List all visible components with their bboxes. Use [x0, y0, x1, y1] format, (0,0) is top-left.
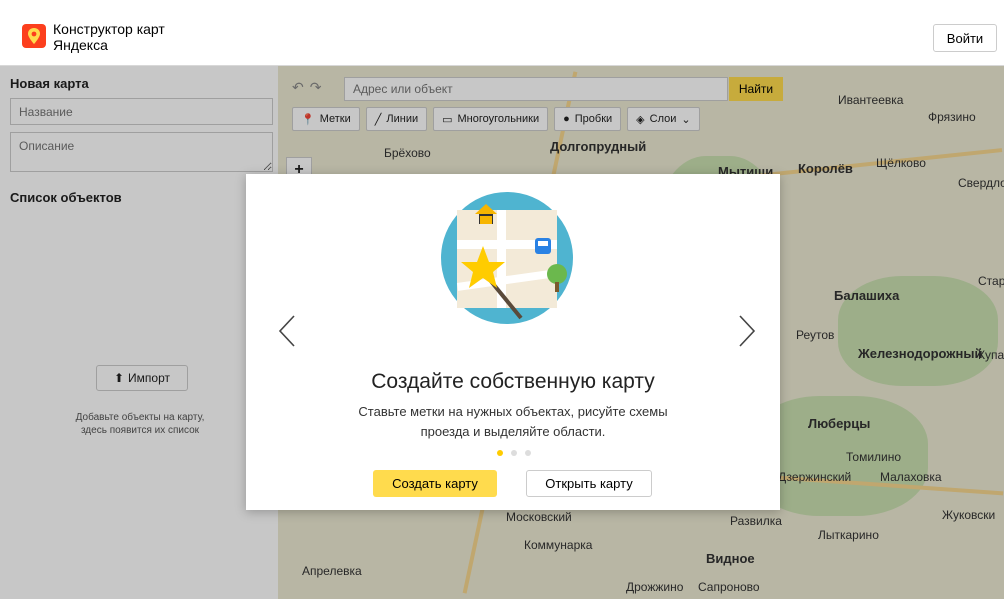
slide-dot[interactable] [525, 450, 531, 456]
app-header: Конструктор карт Яндекса Войти [0, 0, 1004, 66]
onboarding-dialog: Создайте собственную карту Ставьте метки… [246, 174, 780, 510]
slide-dot[interactable] [497, 450, 503, 456]
brand-line-1: Конструктор карт [53, 21, 165, 37]
dialog-title: Создайте собственную карту [371, 370, 655, 393]
open-map-button[interactable]: Открыть карту [526, 470, 652, 497]
next-slide-icon[interactable] [736, 314, 758, 348]
dialog-description-line-2: проезда и выделяйте области. [420, 424, 606, 439]
slide-dot[interactable] [511, 450, 517, 456]
dialog-description: Ставьте метки на нужных объектах, рисуйт… [346, 402, 680, 442]
previous-slide-icon[interactable] [276, 314, 298, 348]
create-map-button[interactable]: Создать карту [373, 470, 497, 497]
brand-name[interactable]: Конструктор карт Яндекса [53, 21, 165, 53]
login-button[interactable]: Войти [933, 24, 997, 52]
dialog-description-line-1: Ставьте метки на нужных объектах, рисуйт… [358, 404, 668, 419]
map-wand-illustration-icon [441, 192, 573, 324]
slide-indicator [497, 450, 531, 456]
brand-line-2: Яндекса [53, 37, 108, 53]
yandex-maps-logo-icon [22, 24, 46, 48]
